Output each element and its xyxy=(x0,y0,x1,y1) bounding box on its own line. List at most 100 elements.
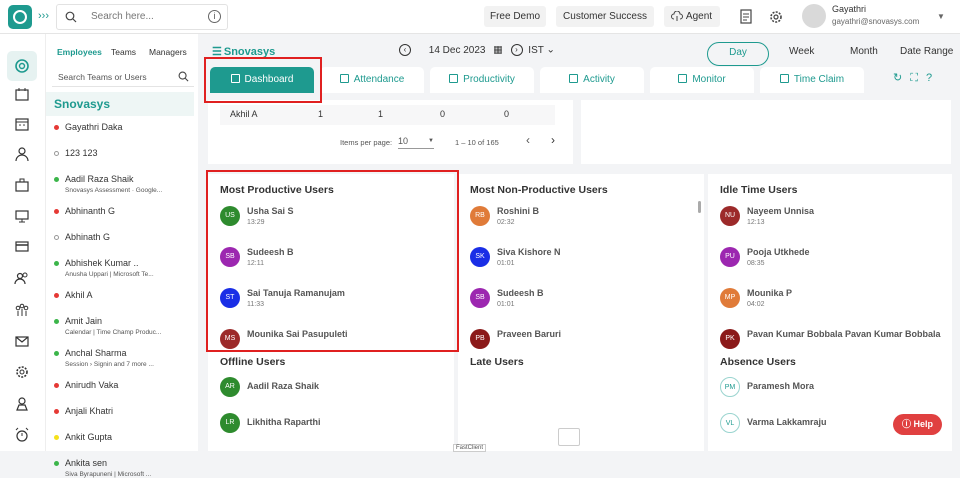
nav-calendar-icon[interactable] xyxy=(14,116,30,132)
team-member-item[interactable]: Anirudh Vaka xyxy=(54,380,118,390)
period-day[interactable]: Day xyxy=(707,42,769,66)
help-button[interactable]: ⓘ Help xyxy=(893,414,942,435)
nav-briefcase-icon[interactable] xyxy=(14,177,30,193)
nav-team-icon[interactable] xyxy=(14,302,30,318)
nav-dashboard-icon[interactable] xyxy=(14,58,30,74)
tab-time-claim[interactable]: Time Claim xyxy=(760,67,864,93)
avatar: PB xyxy=(470,329,490,349)
app-logo-icon[interactable] xyxy=(8,5,32,29)
status-dot-icon xyxy=(54,435,59,440)
org-name[interactable]: Snovasys xyxy=(46,92,194,116)
timezone-caret-icon[interactable]: ⌄ xyxy=(544,45,554,56)
team-member-item[interactable]: Anchal Sharma Session › Signin and 7 more… xyxy=(54,348,154,368)
period-month[interactable]: Month xyxy=(850,42,878,66)
user-list-item[interactable]: NU Nayeem Unnisa 12:13 xyxy=(720,206,945,230)
nav-monitor-icon[interactable] xyxy=(14,208,30,224)
free-demo-button[interactable]: Free Demo xyxy=(484,6,546,27)
team-member-item[interactable]: Aadil Raza Shaik Snovasys Assessment · Go… xyxy=(54,174,162,194)
member-name: 123 123 xyxy=(65,148,98,158)
tab-teams[interactable]: Teams xyxy=(111,47,136,57)
nav-card-icon[interactable] xyxy=(14,238,30,254)
member-activity: Siva Byrapuneni | Microsoft ... xyxy=(65,471,152,478)
user-menu-caret-icon[interactable]: ▼ xyxy=(937,12,945,21)
user-list-item[interactable]: AR Aadil Raza Shaik xyxy=(220,377,445,401)
user-avatar[interactable] xyxy=(802,4,826,28)
nav-timesheet-icon[interactable] xyxy=(14,86,30,102)
user-list-item[interactable]: SB Sudeesh B 01:01 xyxy=(470,288,695,312)
tab-attendance[interactable]: Attendance xyxy=(320,67,424,93)
tab-employees[interactable]: Employees xyxy=(57,47,102,57)
card-title: Idle Time Users xyxy=(720,184,798,196)
scrollbar[interactable] xyxy=(698,201,701,213)
help-circle-icon[interactable]: ? xyxy=(926,72,932,84)
expand-sidebar-icon[interactable]: ››› xyxy=(38,10,49,22)
nav-mail-icon[interactable] xyxy=(14,333,30,349)
team-member-item[interactable]: Abhinath G xyxy=(54,232,110,242)
avatar: PK xyxy=(720,329,740,349)
tab-monitor[interactable]: Monitor xyxy=(650,67,754,93)
user-list-item[interactable]: MP Mounika P 04:02 xyxy=(720,288,945,312)
tab-managers[interactable]: Managers xyxy=(149,47,187,57)
status-dot-icon xyxy=(54,409,59,414)
time-claim-tab-icon xyxy=(779,74,789,83)
nav-settings-icon[interactable] xyxy=(14,364,30,380)
team-member-item[interactable]: Abhishek Kumar .. Anusha Uppari | Microso… xyxy=(54,258,154,278)
table-row[interactable]: Akhil A 1 1 0 0 xyxy=(220,105,555,125)
next-page-icon[interactable]: › xyxy=(551,133,555,147)
select-caret-icon: ▼ xyxy=(428,138,434,144)
absence-users-card: Absence Users PM Paramesh Mora VL Varma Lak… xyxy=(708,350,952,451)
agent-label: Agent xyxy=(685,11,713,22)
search-input[interactable]: Search here... xyxy=(91,11,154,22)
team-member-item[interactable]: Ankita sen Siva Byrapuneni | Microsoft ..… xyxy=(54,458,152,478)
pager-range: 1 – 10 of 165 xyxy=(455,138,499,147)
user-list-item[interactable]: SK Siva Kishore N 01:01 xyxy=(470,247,695,271)
info-icon[interactable]: i xyxy=(208,10,221,23)
prev-date-icon[interactable]: ‹ xyxy=(399,44,411,56)
member-name: Abhishek Kumar .. xyxy=(65,258,139,268)
user-time: 01:01 xyxy=(497,260,515,267)
nav-alarm-icon[interactable] xyxy=(14,427,30,443)
calendar-icon[interactable]: ▦ xyxy=(493,45,502,56)
team-member-item[interactable]: Anjali Khatri xyxy=(54,406,113,416)
user-list-item[interactable]: PU Pooja Utkhede 08:35 xyxy=(720,247,945,271)
fullscreen-icon[interactable]: ⛶ xyxy=(910,72,918,84)
nav-award-icon[interactable] xyxy=(14,396,30,412)
status-dot-icon xyxy=(54,151,59,156)
tab-productivity[interactable]: Productivity xyxy=(430,67,534,93)
refresh-icon[interactable]: ↻ xyxy=(893,72,902,84)
period-week[interactable]: Week xyxy=(789,42,814,66)
timezone-select[interactable]: IST xyxy=(528,45,543,56)
global-search[interactable]: Search here... i xyxy=(56,4,228,30)
period-date-range[interactable]: Date Range xyxy=(900,42,953,66)
agent-button[interactable]: Agent xyxy=(664,6,720,27)
team-member-item[interactable]: Ankit Gupta xyxy=(54,432,112,442)
items-per-page-select[interactable]: 10 ▼ xyxy=(398,136,434,149)
nav-user-icon[interactable] xyxy=(14,146,30,162)
next-date-icon[interactable]: › xyxy=(510,44,523,56)
member-name: Akhil A xyxy=(65,290,93,300)
nav-users-icon[interactable] xyxy=(14,270,30,286)
customer-success-button[interactable]: Customer Success xyxy=(556,6,654,27)
tab-activity[interactable]: Activity xyxy=(540,67,644,93)
document-icon[interactable] xyxy=(738,9,754,25)
team-member-item[interactable]: Akhil A xyxy=(54,290,93,300)
team-member-item[interactable]: Abhinanth G xyxy=(54,206,115,216)
prev-page-icon[interactable]: ‹ xyxy=(526,133,530,147)
settings-gear-icon[interactable] xyxy=(768,9,784,25)
user-name: Pavan Kumar Bobbala Pavan Kumar Bobbala xyxy=(747,329,941,339)
avatar: MP xyxy=(720,288,740,308)
date-selector[interactable]: ‹ 14 Dec 2023 ▦ › IST ⌄ xyxy=(399,44,555,56)
team-member-item[interactable]: Amit Jain Calendar | Time Champ Produc... xyxy=(54,316,161,336)
team-search-input[interactable]: Search Teams or Users xyxy=(52,67,194,87)
user-list-item[interactable]: PM Paramesh Mora xyxy=(720,377,945,401)
avatar: NU xyxy=(720,206,740,226)
team-member-item[interactable]: 123 123 xyxy=(54,148,98,158)
user-time: 12:13 xyxy=(747,219,765,226)
member-name: Gayathri Daka xyxy=(65,122,123,132)
user-name[interactable]: Gayathri xyxy=(832,4,866,14)
member-activity: Session › Signin and 7 more ... xyxy=(65,361,154,368)
tab-actions: ↻ ⛶ ? xyxy=(893,71,932,85)
user-list-item[interactable]: LR Likhitha Raparthi xyxy=(220,413,445,437)
user-list-item[interactable]: RB Roshini B 02:32 xyxy=(470,206,695,230)
team-member-item[interactable]: Gayathri Daka xyxy=(54,122,123,132)
